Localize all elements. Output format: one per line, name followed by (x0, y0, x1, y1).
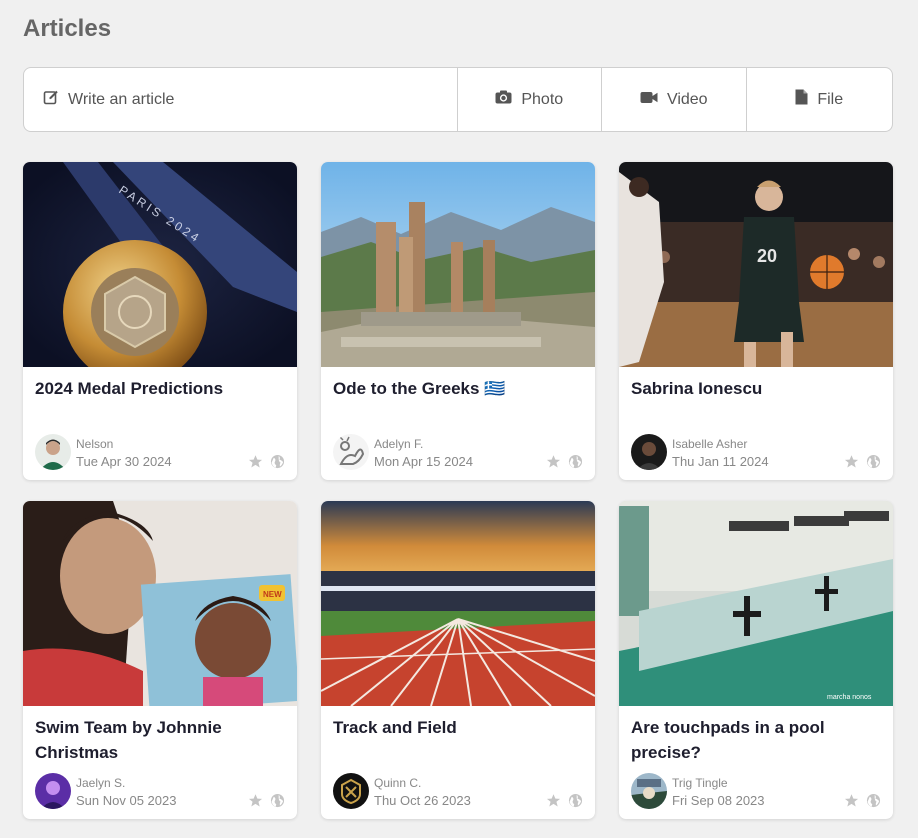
article-meta: Nelson Tue Apr 30 2024 (35, 434, 285, 470)
article-title[interactable]: Are touchpads in a pool precise? (631, 715, 881, 765)
article-image-track (321, 501, 595, 706)
svg-text:20: 20 (757, 246, 777, 266)
article-meta: Quinn C. Thu Oct 26 2023 (333, 773, 583, 809)
article-date: Mon Apr 15 2024 (374, 454, 474, 469)
article-card[interactable]: Ode to the Greeks 🇬🇷 Adelyn F. Mon Apr 1… (321, 162, 595, 480)
globe-icon[interactable] (568, 454, 583, 469)
author-name[interactable]: Nelson (76, 437, 113, 451)
globe-icon[interactable] (270, 793, 285, 808)
globe-icon[interactable] (568, 793, 583, 808)
article-title[interactable]: 2024 Medal Predictions (35, 376, 285, 401)
article-date: Tue Apr 30 2024 (76, 454, 172, 469)
article-date: Thu Jan 11 2024 (672, 454, 769, 469)
star-icon[interactable] (248, 793, 263, 808)
article-image-pool: marcha nonos (619, 501, 893, 706)
video-camera-icon (640, 91, 667, 109)
star-icon[interactable] (248, 454, 263, 469)
photo-label: Photo (521, 90, 564, 108)
article-image-basketball: 20 (619, 162, 893, 367)
page-title: Articles (23, 15, 112, 42)
star-icon[interactable] (546, 454, 561, 469)
article-composer: Write an article Photo Video File (23, 67, 893, 132)
article-date: Sun Nov 05 2023 (76, 793, 177, 808)
article-date: Thu Oct 26 2023 (374, 793, 471, 808)
avatar[interactable] (35, 773, 71, 809)
star-icon[interactable] (844, 793, 859, 808)
article-card[interactable]: 20 Sabrina Ionescu Isabelle Asher Thu Ja… (619, 162, 893, 480)
article-card[interactable]: marcha nonos Are touchpads in a pool pre… (619, 501, 893, 819)
article-image-greek-ruins (321, 162, 595, 367)
video-button[interactable]: Video (602, 68, 747, 131)
star-icon[interactable] (844, 454, 859, 469)
author-name[interactable]: Trig Tingle (672, 776, 728, 790)
article-title[interactable]: Ode to the Greeks 🇬🇷 (333, 376, 583, 401)
avatar[interactable] (631, 773, 667, 809)
author-name[interactable]: Jaelyn S. (76, 776, 125, 790)
globe-icon[interactable] (270, 454, 285, 469)
article-card[interactable]: PARIS 2024 2024 Medal Predictions Nelson… (23, 162, 297, 480)
photo-button[interactable]: Photo (458, 68, 603, 131)
avatar[interactable] (333, 434, 369, 470)
article-card[interactable]: NEW Swim Team by Johnnie Christmas Jaely… (23, 501, 297, 819)
article-image-book: NEW (23, 501, 297, 706)
article-meta: Jaelyn S. Sun Nov 05 2023 (35, 773, 285, 809)
camera-icon (495, 90, 521, 109)
article-date: Fri Sep 08 2023 (672, 793, 765, 808)
write-article-label: Write an article (68, 90, 175, 108)
edit-icon (43, 89, 68, 110)
write-article-button[interactable]: Write an article (24, 68, 458, 131)
article-meta: Trig Tingle Fri Sep 08 2023 (631, 773, 881, 809)
avatar[interactable] (631, 434, 667, 470)
globe-icon[interactable] (866, 793, 881, 808)
article-card[interactable]: Track and Field Quinn C. Thu Oct 26 2023 (321, 501, 595, 819)
article-image-medal: PARIS 2024 (23, 162, 297, 367)
star-icon[interactable] (546, 793, 561, 808)
avatar[interactable] (35, 434, 71, 470)
article-title[interactable]: Swim Team by Johnnie Christmas (35, 715, 285, 765)
avatar[interactable] (333, 773, 369, 809)
file-label: File (817, 90, 844, 108)
author-name[interactable]: Quinn C. (374, 776, 421, 790)
pool-watermark: marcha nonos (827, 694, 872, 701)
article-title[interactable]: Sabrina Ionescu (631, 376, 881, 401)
file-button[interactable]: File (747, 68, 892, 131)
author-name[interactable]: Adelyn F. (374, 437, 423, 451)
article-meta: Isabelle Asher Thu Jan 11 2024 (631, 434, 881, 470)
file-icon (795, 89, 817, 110)
globe-icon[interactable] (866, 454, 881, 469)
author-name[interactable]: Isabelle Asher (672, 437, 747, 451)
article-meta: Adelyn F. Mon Apr 15 2024 (333, 434, 583, 470)
article-title[interactable]: Track and Field (333, 715, 583, 740)
video-label: Video (666, 90, 708, 108)
book-badge-text: NEW (263, 590, 282, 599)
